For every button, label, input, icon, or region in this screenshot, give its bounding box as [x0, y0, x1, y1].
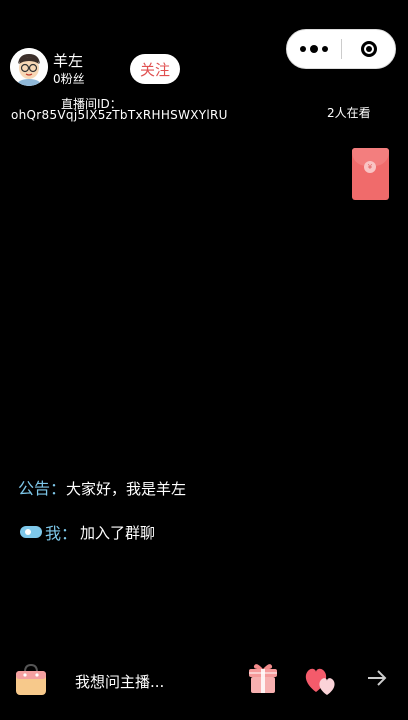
- shopping-bag-icon[interactable]: [14, 662, 48, 696]
- chat-message-text: 加入了群聊: [80, 523, 156, 542]
- chat-message: 我： 加入了群聊: [20, 520, 155, 544]
- close-icon[interactable]: [342, 30, 395, 68]
- host-name: 羊左: [53, 52, 84, 70]
- hearts-icon[interactable]: [302, 662, 340, 696]
- viewer-count: 2人在看: [327, 106, 371, 120]
- gift-icon[interactable]: [248, 660, 278, 694]
- chat-input[interactable]: 我想问主播...: [75, 671, 164, 692]
- avatar[interactable]: [10, 48, 48, 86]
- announcement-label: 公告：: [18, 479, 67, 498]
- fans-count: 0粉丝: [53, 72, 85, 86]
- user-badge-icon: [20, 526, 42, 538]
- more-icon[interactable]: [287, 30, 341, 68]
- room-id: ohQr85Vqj5IX5zTbTxRHHSWXYlRU: [11, 108, 228, 122]
- chat-user-label: 我：: [45, 524, 78, 543]
- announcement-text: 大家好，我是羊左: [66, 480, 187, 498]
- announcement: 公告：大家好，我是羊左: [18, 475, 186, 499]
- follow-button[interactable]: 关注: [130, 54, 180, 84]
- arrow-right-icon[interactable]: [366, 667, 388, 689]
- mini-program-capsule: [286, 29, 396, 69]
- red-packet-icon[interactable]: ¥: [352, 148, 389, 200]
